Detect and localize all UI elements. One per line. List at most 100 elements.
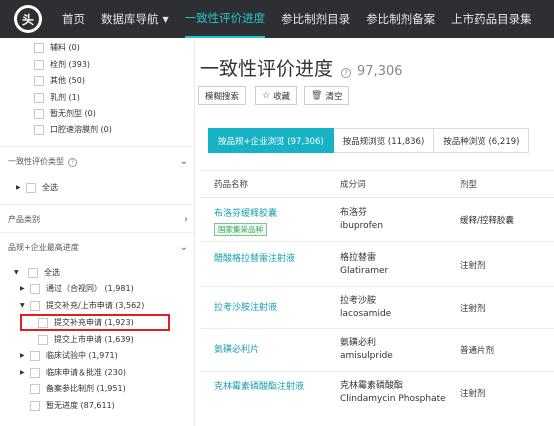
checkbox[interactable] (30, 383, 40, 394)
tab-by-spec-enterprise[interactable]: 按品规+企业浏览 (97,306) (208, 128, 334, 153)
column-header-drug-name[interactable]: 药品名称 (214, 178, 248, 190)
drug-name-link[interactable]: 拉考沙胺注射液 (214, 301, 277, 315)
table-row[interactable]: 克林霉素磷酸酯注射液 克林霉素磷酸酯 Clindamycin Phosphate … (200, 372, 554, 414)
favorite-button[interactable]: ☆ 收藏 (255, 86, 298, 105)
fuzzy-search-button[interactable]: 模糊搜索 (198, 86, 247, 105)
progress-item[interactable]: 暂无进度 (87,611) (30, 400, 115, 411)
procurement-tag: 国家集采品种 (214, 223, 267, 236)
checkbox[interactable] (34, 124, 44, 135)
checkbox[interactable] (26, 182, 36, 193)
checkbox[interactable] (30, 350, 40, 361)
progress-item[interactable]: ▶ 临床试验中 (1,971) (20, 350, 118, 361)
filter-sidebar: 辅料 (0) 栓剂 (393) 其他 (50) 乳剂 (1) 暂无剂型 (0) … (0, 38, 195, 426)
tab-by-spec[interactable]: 按品规浏览 (11,836) (333, 128, 435, 153)
checkbox[interactable] (28, 267, 38, 278)
chevron-down-icon[interactable]: ⌄ (180, 156, 188, 167)
filter-label: 栓剂 (393) (50, 60, 91, 69)
highlight-annotation-box (20, 314, 170, 331)
section-title: 一致性评价类型 (8, 157, 64, 166)
expand-triangle-icon[interactable]: ▶ (20, 369, 30, 376)
section-eval-type[interactable]: 一致性评价类型? ⌄ (8, 156, 188, 167)
collapse-triangle-icon[interactable]: ▼ (14, 269, 24, 276)
progress-item[interactable]: ▼ 提交补充/上市申请 (3,562) (20, 300, 144, 311)
checkbox[interactable] (30, 367, 40, 378)
section-progress[interactable]: 品规+企业最高进度 ⌄ (8, 242, 188, 253)
filter-dosage-item[interactable]: 暂无剂型 (0) (34, 108, 96, 119)
filter-label: 提交上市申请 (1,639) (54, 335, 134, 344)
drug-name-link[interactable]: 醋酸格拉替雷注射液 (214, 252, 324, 266)
divider (0, 146, 195, 147)
page-title: 一致性评价进度 ? 97,306 (200, 54, 403, 81)
checkbox[interactable] (30, 300, 40, 311)
filter-label: 全选 (42, 183, 58, 192)
filter-label: 辅料 (0) (50, 43, 80, 52)
logo[interactable]: 头 (14, 5, 42, 33)
nav-reference-filing[interactable]: 参比制剂备案 (366, 0, 435, 38)
expand-triangle-icon[interactable]: ▶ (20, 285, 30, 292)
checkbox[interactable] (30, 400, 40, 411)
nav-reference-catalog[interactable]: 参比制剂目录 (281, 0, 350, 38)
progress-item[interactable]: 备案参比制剂 (1,951) (30, 383, 126, 394)
checkbox[interactable] (34, 75, 44, 86)
progress-subitem-listing[interactable]: 提交上市申请 (1,639) (38, 334, 134, 345)
ingredient-zh: 格拉替雷 (340, 253, 377, 263)
expand-triangle-icon[interactable]: ▶ (20, 352, 30, 359)
filter-dosage-item[interactable]: 栓剂 (393) (34, 59, 90, 70)
dosage-form: 注射剂 (460, 304, 486, 314)
table-row[interactable]: 布洛芬缓释胶囊 国家集采品种 布洛芬 ibuprofen 缓释/控释胶囊 (200, 198, 554, 242)
table-row[interactable]: 醋酸格拉替雷注射液 格拉替雷 Glatiramer 注射剂 (200, 242, 554, 287)
drug-name-link[interactable]: 克林霉素磷酸酯注射液 (214, 380, 334, 394)
nav-home[interactable]: 首页 (62, 0, 85, 38)
chevron-right-icon[interactable]: › (184, 214, 188, 225)
clear-button[interactable]: 🗑 清空 (304, 86, 350, 105)
checkbox[interactable] (30, 283, 40, 294)
divider (0, 232, 195, 233)
nav-consistency-eval[interactable]: 一致性评价进度 (184, 0, 266, 38)
section-product-category[interactable]: 产品类别 › (8, 214, 188, 225)
top-nav: 头 首页 数据库导航 ▼ 一致性评价进度 参比制剂目录 参比制剂备案 上市药品目录… (0, 0, 554, 38)
nav-database-label: 数据库导航 (101, 12, 159, 26)
checkbox[interactable] (34, 42, 44, 53)
table-row[interactable]: 氨磺必利片 氨磺必利 amisulpride 普通片剂 (200, 329, 554, 372)
progress-item[interactable]: ▶ 临床申请＆批准 (230) (20, 367, 126, 378)
table-row[interactable]: 拉考沙胺注射液 拉考沙胺 lacosamide 注射剂 (200, 287, 554, 329)
filter-dosage-item[interactable]: 乳剂 (1) (34, 92, 80, 103)
filter-label: 备案参比制剂 (1,951) (46, 384, 126, 393)
trash-icon: 🗑 (311, 90, 323, 101)
section-title: 产品类别 (8, 215, 40, 224)
favorite-label: 收藏 (273, 91, 291, 102)
column-header-dosage-form[interactable]: 剂型 (460, 178, 477, 190)
filter-label: 临床申请＆批准 (230) (46, 368, 127, 377)
clear-label: 清空 (325, 91, 343, 102)
star-icon: ☆ (262, 90, 271, 101)
filter-dosage-item[interactable]: 其他 (50) (34, 75, 85, 86)
checkbox[interactable] (34, 92, 44, 103)
progress-select-all[interactable]: ▼ 全选 (14, 267, 60, 278)
checkbox[interactable] (34, 108, 44, 119)
filter-label: 暂无进度 (87,611) (46, 401, 115, 410)
filter-label: 临床试验中 (1,971) (46, 351, 118, 360)
filter-dosage-item[interactable]: 口腔速溶膜剂 (0) (34, 124, 112, 135)
nav-database[interactable]: 数据库导航 ▼ (101, 0, 169, 38)
tab-by-variety[interactable]: 按品种浏览 (6,219) (434, 128, 530, 153)
filter-label: 通过（合视同） (1,981) (46, 284, 134, 293)
filter-dosage-item[interactable]: 辅料 (0) (34, 42, 80, 53)
section-title: 品规+企业最高进度 (8, 243, 79, 252)
expand-triangle-icon[interactable]: ▶ (16, 184, 26, 191)
nav-listed-drugs[interactable]: 上市药品目录集 (451, 0, 532, 38)
table-header: 药品名称 成分词 剂型 (200, 170, 554, 198)
eval-type-select-all[interactable]: ▶ 全选 (16, 182, 58, 193)
ingredient-en: ibuprofen (340, 221, 384, 231)
help-icon[interactable]: ? (341, 68, 352, 78)
column-header-ingredient[interactable]: 成分词 (340, 178, 366, 190)
collapse-triangle-icon[interactable]: ▼ (20, 302, 30, 309)
drug-name-link[interactable]: 布洛芬缓释胶囊 (214, 207, 277, 221)
chevron-down-icon[interactable]: ⌄ (180, 242, 188, 253)
results-table: 药品名称 成分词 剂型 布洛芬缓释胶囊 国家集采品种 布洛芬 ibuprofen 缓… (200, 170, 554, 414)
help-icon[interactable]: ? (68, 158, 77, 167)
progress-item[interactable]: ▶ 通过（合视同） (1,981) (20, 283, 134, 294)
drug-name-link[interactable]: 氨磺必利片 (214, 343, 259, 357)
ingredient-en: lacosamide (340, 309, 392, 319)
checkbox[interactable] (34, 59, 44, 70)
checkbox[interactable] (38, 334, 48, 345)
